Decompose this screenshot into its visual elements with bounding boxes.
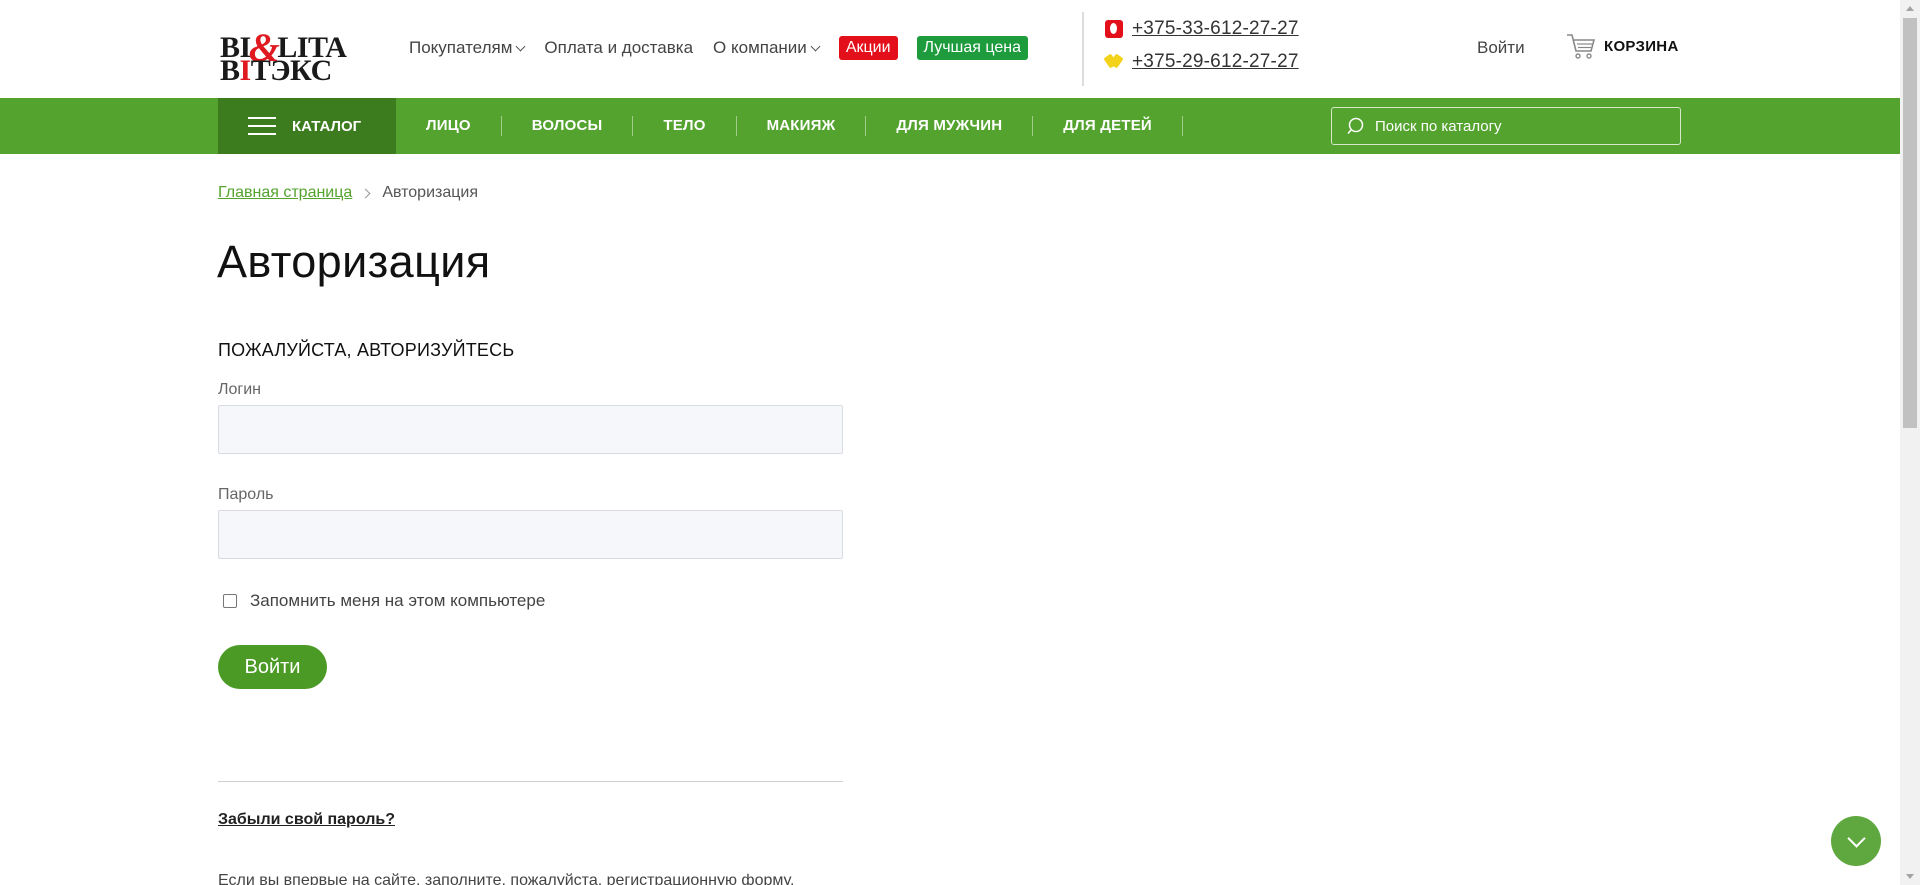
form-heading: ПОЖАЛУЙСТА, АВТОРИЗУЙТЕСЬ xyxy=(218,340,515,360)
site-header: BI&LITA BIТЭКС Покупателям Оплата и дост… xyxy=(0,0,1900,98)
remember-me-row[interactable]: Запомнить меня на этом компьютере xyxy=(223,591,545,611)
category-list: ЛИЦО ВОЛОСЫ ТЕЛО МАКИЯЖ ДЛЯ МУЖЧИН ДЛЯ Д… xyxy=(396,98,1183,154)
nav-item-about[interactable]: О компании xyxy=(713,38,821,58)
breadcrumb-current: Авторизация xyxy=(382,184,479,201)
category-men[interactable]: ДЛЯ МУЖЧИН xyxy=(866,116,1034,136)
breadcrumb: Главная страница Авторизация xyxy=(218,184,478,202)
phone-row-a1: +375-29-612-27-27 xyxy=(1105,45,1299,78)
register-hint-text: Если вы впервые на сайте, заполните, пож… xyxy=(218,872,795,885)
chevron-down-icon xyxy=(515,41,526,51)
cart-label: КОРЗИНА xyxy=(1604,37,1679,55)
chevron-right-icon xyxy=(360,188,371,198)
phone-link-mts[interactable]: +375-33-612-27-27 xyxy=(1132,18,1299,40)
category-makeup[interactable]: МАКИЯЖ xyxy=(737,116,867,136)
scroll-up-arrow-icon[interactable] xyxy=(1906,6,1914,11)
catalog-menu-bar: КАТАЛОГ ЛИЦО ВОЛОСЫ ТЕЛО МАКИЯЖ ДЛЯ МУЖЧ… xyxy=(0,98,1900,154)
header-login-link[interactable]: Войти xyxy=(1477,38,1525,58)
remember-me-checkbox[interactable] xyxy=(223,594,237,608)
a1-icon xyxy=(1105,55,1123,69)
category-hair[interactable]: ВОЛОСЫ xyxy=(502,116,634,136)
brand-logo[interactable]: BI&LITA BIТЭКС xyxy=(218,14,368,87)
scroll-down-button[interactable] xyxy=(1831,816,1881,866)
phone-link-a1[interactable]: +375-29-612-27-27 xyxy=(1132,51,1299,73)
nav-item-payment-delivery[interactable]: Оплата и доставка xyxy=(544,38,693,58)
forgot-password-link[interactable]: Забыли свой пароль? xyxy=(218,811,395,829)
page-scrollbar[interactable] xyxy=(1900,0,1920,885)
login-submit-button[interactable]: Войти xyxy=(218,645,327,689)
promo-badge-best-price[interactable]: Лучшая цена xyxy=(916,36,1029,60)
logo-line-vitex: BIТЭКС xyxy=(220,54,332,87)
nav-item-label: Оплата и доставка xyxy=(544,38,694,57)
breadcrumb-home-link[interactable]: Главная страница xyxy=(218,184,352,202)
password-field[interactable] xyxy=(218,510,843,559)
catalog-button[interactable]: КАТАЛОГ xyxy=(218,98,396,154)
search-input[interactable] xyxy=(1375,117,1665,135)
mts-icon xyxy=(1105,19,1123,38)
login-field-label: Логин xyxy=(218,381,262,398)
scroll-down-arrow-icon[interactable] xyxy=(1906,874,1914,879)
search-icon xyxy=(1347,117,1364,135)
nav-item-customers[interactable]: Покупателям xyxy=(409,38,526,58)
catalog-search xyxy=(1331,107,1681,145)
login-field[interactable] xyxy=(218,405,843,454)
password-field-label: Пароль xyxy=(218,486,274,503)
header-divider xyxy=(1082,12,1084,86)
form-divider xyxy=(218,781,843,782)
phone-list: +375-33-612-27-27 +375-29-612-27-27 xyxy=(1105,12,1299,78)
hamburger-icon xyxy=(248,117,276,135)
category-kids[interactable]: ДЛЯ ДЕТЕЙ xyxy=(1033,116,1183,136)
category-body[interactable]: ТЕЛО xyxy=(633,116,737,136)
top-navigation: Покупателям Оплата и доставка О компании… xyxy=(409,36,1047,60)
cart-icon xyxy=(1567,34,1596,59)
nav-item-label: О компании xyxy=(713,38,807,57)
page-title: Авторизация xyxy=(217,236,491,287)
phone-row-mts: +375-33-612-27-27 xyxy=(1105,12,1299,45)
promo-badge-sales[interactable]: Акции xyxy=(838,36,898,60)
cart-button[interactable]: КОРЗИНА xyxy=(1566,32,1679,60)
chevron-down-icon xyxy=(810,41,821,51)
remember-me-label: Запомнить меня на этом компьютере xyxy=(250,591,546,610)
scrollbar-thumb[interactable] xyxy=(1903,18,1917,428)
catalog-label: КАТАЛОГ xyxy=(292,117,362,135)
nav-item-label: Покупателям xyxy=(409,38,513,57)
category-face[interactable]: ЛИЦО xyxy=(396,116,502,136)
chevron-down-icon xyxy=(1846,828,1866,848)
